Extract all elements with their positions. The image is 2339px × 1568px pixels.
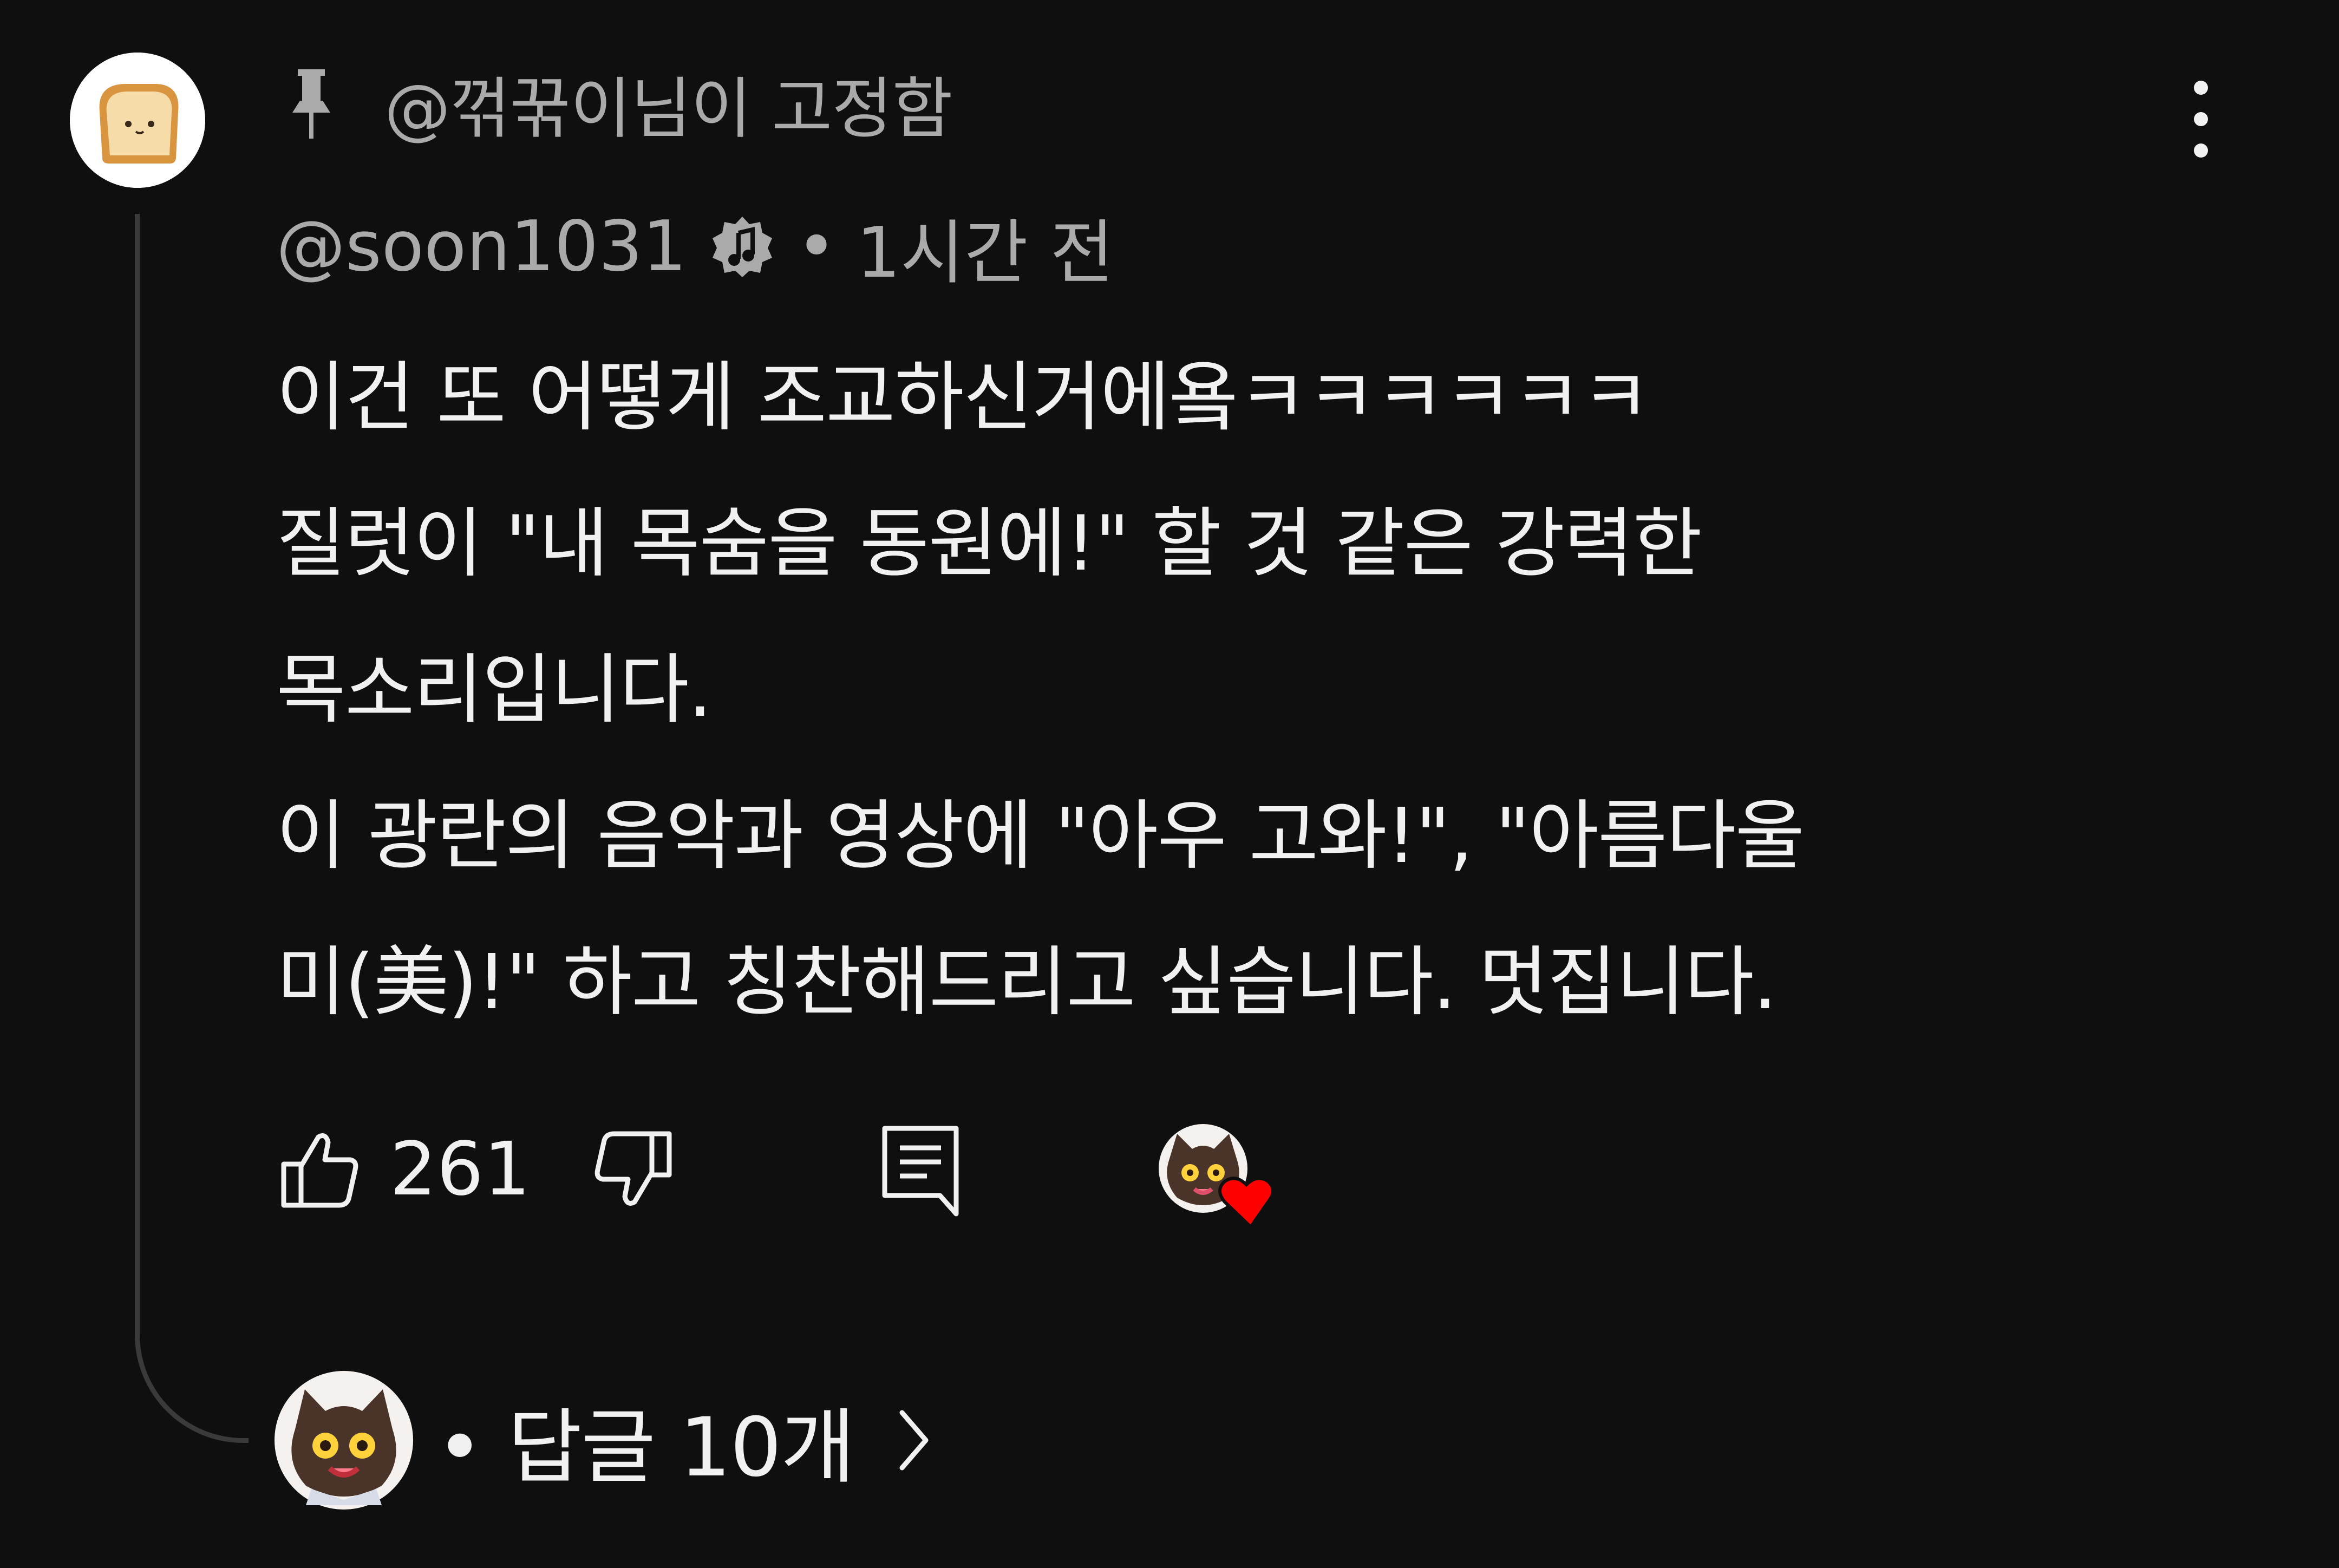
- more-options-icon[interactable]: [2171, 76, 2231, 162]
- chevron-right-icon[interactable]: [892, 1405, 936, 1475]
- comment-text: 이건 또 어떻게 조교하신거에욬ㅋㅋㅋㅋㅋㅋ 질럿이 "내 목숨을 동원에!" …: [276, 354, 1805, 1027]
- replies-label[interactable]: • 답글 10개: [436, 1382, 855, 1499]
- comment-actions: 261: [276, 1115, 1359, 1229]
- thread-connector: [135, 214, 249, 1443]
- bread-avatar-icon: [70, 53, 205, 188]
- like-count: 261: [390, 1127, 531, 1212]
- reply-icon[interactable]: [877, 1121, 964, 1218]
- comment-author[interactable]: @soon1031: [276, 206, 687, 287]
- creator-heart-icon[interactable]: [1153, 1121, 1283, 1229]
- meta-separator: •: [796, 206, 837, 287]
- replier-avatar[interactable]: [273, 1370, 414, 1511]
- comment-meta: @soon1031 • 1시간 전: [276, 200, 1114, 293]
- pinned-indicator: @꺾꾺이님이 고정함: [287, 54, 953, 152]
- commenter-avatar[interactable]: [70, 53, 205, 188]
- pinned-label: @꺾꾺이님이 고정함: [384, 70, 953, 147]
- view-replies[interactable]: • 답글 10개: [273, 1367, 936, 1513]
- music-note-badge-icon: [713, 217, 773, 277]
- thumbs-down-icon[interactable]: [590, 1126, 677, 1213]
- pin-icon: [292, 69, 330, 139]
- thumbs-up-icon[interactable]: [276, 1126, 363, 1213]
- comment-time[interactable]: 1시간 전: [857, 197, 1114, 297]
